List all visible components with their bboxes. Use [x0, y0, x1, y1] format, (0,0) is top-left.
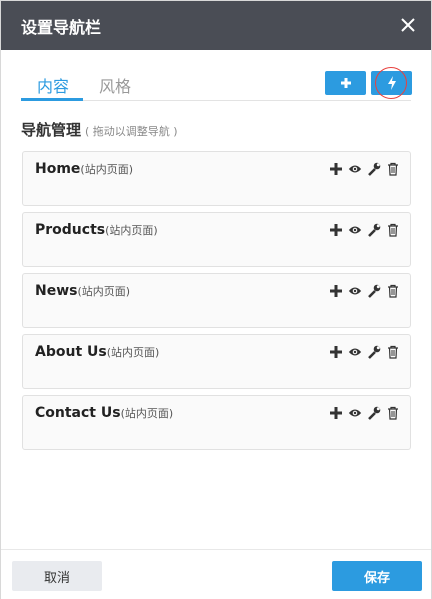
dialog-footer: 取消 保存 [1, 549, 431, 599]
plus-icon[interactable] [329, 284, 343, 298]
nav-item-type: (站内页面) [120, 407, 174, 420]
nav-item-actions [329, 406, 400, 420]
plus-icon[interactable] [329, 223, 343, 237]
nav-item-label: News [35, 283, 78, 299]
section-hint: ( 拖动以调整导航 ) [85, 125, 178, 138]
wrench-icon[interactable] [367, 284, 381, 298]
nav-item-type: (站内页面) [105, 224, 158, 237]
eye-icon[interactable] [348, 223, 362, 237]
nav-item-actions [329, 284, 400, 298]
close-icon [401, 18, 415, 32]
eye-icon[interactable] [348, 345, 362, 359]
plus-icon[interactable] [329, 345, 343, 359]
add-nav-button[interactable] [325, 71, 366, 95]
nav-list: Home (站内页面) Products (站内页面) News (站内页面) … [22, 151, 411, 456]
close-button[interactable] [395, 12, 421, 38]
plus-icon[interactable] [329, 406, 343, 420]
nav-settings-dialog: 设置导航栏 内容 风格 导航管理 ( 拖动以调整导航 ) Home(站内页面) [0, 0, 432, 599]
nav-item-label: About Us [35, 344, 107, 360]
dialog-title: 设置导航栏 [21, 17, 102, 37]
dialog-header: 设置导航栏 [1, 1, 431, 50]
eye-icon[interactable] [348, 406, 362, 420]
nav-item-type: (站内页面) [77, 285, 131, 298]
nav-item-home[interactable]: Home (站内页面) [22, 151, 411, 206]
quick-action-button[interactable] [371, 71, 412, 95]
tab-style[interactable]: 风格 [99, 73, 131, 97]
trash-icon[interactable] [386, 345, 400, 359]
plus-icon[interactable] [329, 162, 343, 176]
nav-item-products[interactable]: Products (站内页面) [22, 212, 411, 267]
nav-item-contact-us[interactable]: Contact Us (站内页面) [22, 395, 411, 450]
nav-item-about-us[interactable]: About Us (站内页面) [22, 334, 411, 389]
active-tab-indicator [21, 98, 83, 101]
nav-item-actions [329, 162, 400, 176]
nav-item-label: Home [35, 161, 81, 177]
trash-icon[interactable] [386, 406, 400, 420]
plus-icon [340, 78, 351, 88]
section-title: 导航管理 [21, 121, 82, 139]
wrench-icon[interactable] [367, 162, 381, 176]
eye-icon[interactable] [348, 162, 362, 176]
nav-item-label: Contact Us [35, 405, 121, 421]
cancel-button[interactable]: 取消 [12, 561, 102, 591]
trash-icon[interactable] [386, 284, 400, 298]
nav-item-label: Products [35, 222, 106, 238]
nav-item-type: (站内页面) [106, 346, 160, 359]
section-heading: 导航管理 ( 拖动以调整导航 ) [21, 119, 178, 140]
eye-icon[interactable] [348, 284, 362, 298]
trash-icon[interactable] [386, 162, 400, 176]
save-button[interactable]: 保存 [332, 561, 422, 591]
nav-item-news[interactable]: News (站内页面) [22, 273, 411, 328]
nav-item-type: (站内页面) [80, 163, 134, 176]
trash-icon[interactable] [386, 223, 400, 237]
tab-content[interactable]: 内容 [37, 73, 69, 97]
wrench-icon[interactable] [367, 406, 381, 420]
wrench-icon[interactable] [367, 345, 381, 359]
wrench-icon[interactable] [367, 223, 381, 237]
nav-item-actions [329, 345, 400, 359]
lightning-icon [387, 76, 396, 90]
nav-item-actions [329, 223, 400, 237]
